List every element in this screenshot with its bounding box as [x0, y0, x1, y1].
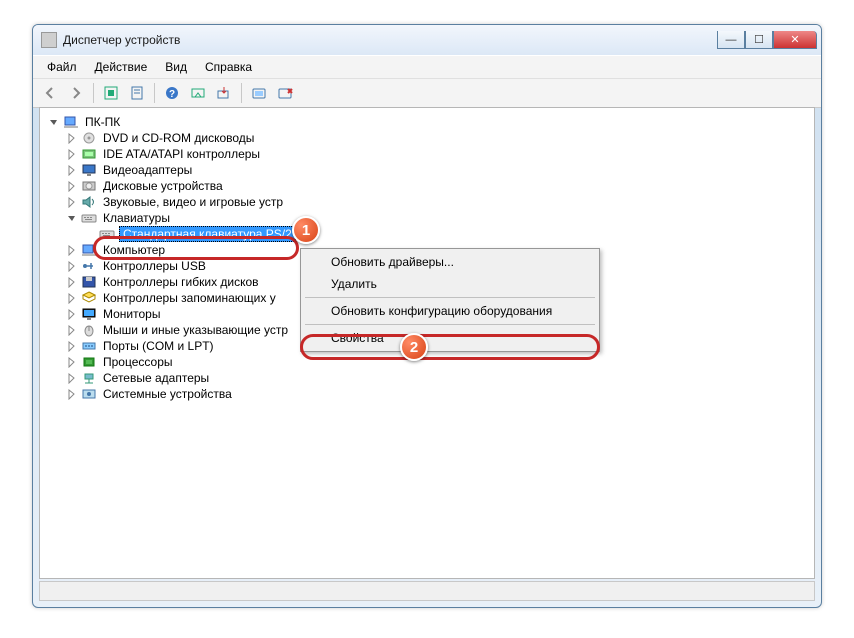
tree-item-label: Контроллеры запоминающих у [101, 291, 278, 305]
close-button[interactable]: ✕ [773, 31, 817, 49]
window-title: Диспетчер устройств [63, 33, 180, 47]
tree-item-label: Порты (COM и LPT) [101, 339, 216, 353]
tree-item[interactable]: Дисковые устройства [66, 178, 810, 194]
expand-icon[interactable] [66, 277, 77, 288]
tree-item[interactable]: Клавиатуры [66, 210, 810, 226]
keyboard-icon [99, 227, 115, 241]
monitor-icon [81, 307, 97, 321]
toolbar: ? [33, 78, 821, 108]
disc-icon [81, 131, 97, 145]
computer-icon [63, 115, 79, 129]
app-icon [41, 32, 57, 48]
expand-icon[interactable] [66, 293, 77, 304]
tree-item[interactable]: Звуковые, видео и игровые устр [66, 194, 810, 210]
expand-icon[interactable] [66, 245, 77, 256]
minimize-button[interactable]: — [717, 31, 745, 49]
floppy-icon [81, 275, 97, 289]
expand-icon[interactable] [66, 373, 77, 384]
mouse-icon [81, 323, 97, 337]
disk-icon [81, 179, 97, 193]
audio-icon [81, 195, 97, 209]
menu-action[interactable]: Действие [87, 58, 156, 76]
annotation-badge-1: 1 [292, 216, 320, 244]
system-icon [81, 387, 97, 401]
menubar: Файл Действие Вид Справка [33, 55, 821, 78]
tree-item[interactable]: Процессоры [66, 354, 810, 370]
update-driver-button[interactable] [213, 82, 235, 104]
menu-file[interactable]: Файл [39, 58, 85, 76]
ctx-separator [305, 297, 595, 298]
storage-icon [81, 291, 97, 305]
annotation-badge-2: 2 [400, 333, 428, 361]
tree-item-label: IDE ATA/ATAPI контроллеры [101, 147, 262, 161]
ctx-scan-hw[interactable]: Обновить конфигурацию оборудования [303, 300, 597, 322]
ctx-properties[interactable]: Свойства [303, 327, 597, 349]
tree-item-label: Сетевые адаптеры [101, 371, 211, 385]
ctx-separator [305, 324, 595, 325]
enable-button[interactable] [248, 82, 270, 104]
display-icon [81, 163, 97, 177]
menu-view[interactable]: Вид [157, 58, 195, 76]
tree-root-label: ПК-ПК [83, 115, 122, 129]
tree-item-label: Мыши и иные указывающие устр [101, 323, 290, 337]
forward-button[interactable] [65, 82, 87, 104]
expand-icon[interactable] [66, 197, 77, 208]
scan-button[interactable] [187, 82, 209, 104]
expand-icon[interactable] [66, 181, 77, 192]
tree-item[interactable]: IDE ATA/ATAPI контроллеры [66, 146, 810, 162]
expand-icon[interactable] [66, 261, 77, 272]
svg-text:?: ? [169, 89, 175, 100]
show-hidden-button[interactable] [100, 82, 122, 104]
collapse-icon[interactable] [48, 117, 59, 128]
network-icon [81, 371, 97, 385]
tree-item-label: Контроллеры гибких дисков [101, 275, 261, 289]
expand-icon[interactable] [66, 309, 77, 320]
properties-button[interactable] [126, 82, 148, 104]
computer-icon [81, 243, 97, 257]
tree-item[interactable]: Системные устройства [66, 386, 810, 402]
ctx-update-drivers[interactable]: Обновить драйверы... [303, 251, 597, 273]
tree-item-label: Процессоры [101, 355, 175, 369]
tree-item[interactable]: Сетевые адаптеры [66, 370, 810, 386]
expand-icon[interactable] [66, 357, 77, 368]
ctx-delete[interactable]: Удалить [303, 273, 597, 295]
expand-icon[interactable] [66, 341, 77, 352]
help-button[interactable]: ? [161, 82, 183, 104]
tree-item-label: Контроллеры USB [101, 259, 208, 273]
expand-icon[interactable] [66, 165, 77, 176]
usb-icon [81, 259, 97, 273]
tree-item-label: Клавиатуры [101, 211, 172, 225]
context-menu: Обновить драйверы... Удалить Обновить ко… [300, 248, 600, 352]
expand-icon[interactable] [66, 325, 77, 336]
tree-root[interactable]: ПК-ПК [48, 114, 810, 130]
tree-item-label: Мониторы [101, 307, 162, 321]
uninstall-button[interactable] [274, 82, 296, 104]
tree-item[interactable]: Видеоадаптеры [66, 162, 810, 178]
port-icon [81, 339, 97, 353]
expand-icon[interactable] [66, 389, 77, 400]
statusbar [39, 581, 815, 601]
expand-icon[interactable] [66, 133, 77, 144]
tree-item-label: Стандартная клавиатура PS/2 [119, 226, 296, 242]
tree-item-label: Видеоадаптеры [101, 163, 194, 177]
collapse-icon[interactable] [66, 213, 77, 224]
cpu-icon [81, 355, 97, 369]
back-button[interactable] [39, 82, 61, 104]
tree-item-label: Звуковые, видео и игровые устр [101, 195, 285, 209]
ide-icon [81, 147, 97, 161]
tree-item-label: DVD и CD-ROM дисководы [101, 131, 256, 145]
tree-item-label: Компьютер [101, 243, 167, 257]
maximize-button[interactable]: ☐ [745, 31, 773, 49]
menu-help[interactable]: Справка [197, 58, 260, 76]
tree-item-label: Дисковые устройства [101, 179, 225, 193]
keyboard-icon [81, 211, 97, 225]
tree-item[interactable]: DVD и CD-ROM дисководы [66, 130, 810, 146]
titlebar[interactable]: Диспетчер устройств — ☐ ✕ [33, 25, 821, 55]
window-buttons: — ☐ ✕ [717, 31, 817, 49]
tree-item-label: Системные устройства [101, 387, 234, 401]
tree-item[interactable]: Стандартная клавиатура PS/2 [84, 226, 810, 242]
expand-icon[interactable] [66, 149, 77, 160]
